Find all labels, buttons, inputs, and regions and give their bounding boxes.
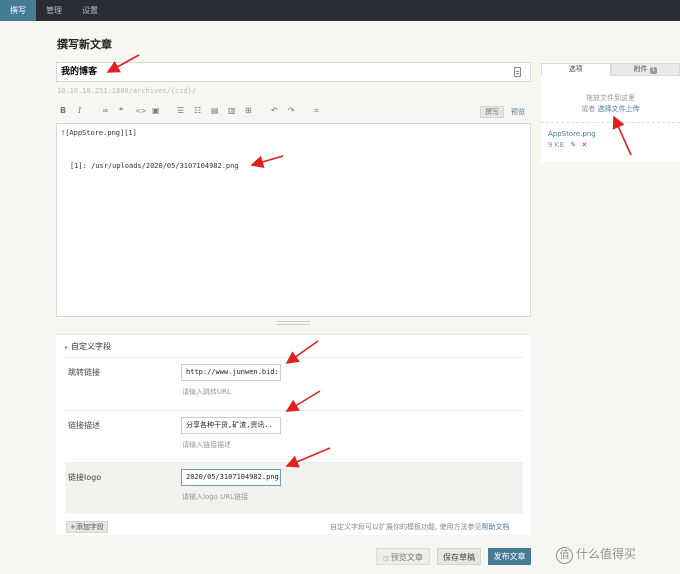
attachment-count-badge: 1 <box>649 67 657 74</box>
top-nav: 撰写 管理 设置 <box>0 0 680 21</box>
custom-fields-label: 自定义字段 <box>71 342 112 351</box>
page-title: 撰写新文章 <box>57 38 112 51</box>
tab-preview[interactable]: 预览 <box>511 107 525 117</box>
field-hint: 请输入链接描述 <box>182 441 231 449</box>
custom-fields-note: 自定义字段可以扩展你的模板功能, 使用方法参见帮助文档 <box>330 522 509 532</box>
field-value-input[interactable]: 2020/05/3107104982.png <box>181 469 281 486</box>
field-value-input[interactable]: 分享各种干货,矿渣,资讯.. <box>181 417 281 434</box>
preview-icon: ◫ <box>383 555 389 562</box>
code-icon[interactable]: <> <box>135 106 147 116</box>
hr-icon[interactable]: ▥ <box>228 106 236 116</box>
post-title-input[interactable]: 我的博客 <box>56 62 531 82</box>
drop-or-text: 或者 <box>581 105 596 113</box>
nav-write[interactable]: 撰写 <box>0 0 36 21</box>
edit-icon[interactable]: ✎ <box>570 141 576 149</box>
attachment-meta: 9 KB ✎ ✕ <box>548 141 587 149</box>
permalink-text[interactable]: 10.10.10.251:1800/archives/{cid}/ <box>57 87 196 95</box>
ordered-list-icon[interactable]: ☰ <box>177 106 184 116</box>
add-field-button[interactable]: +添加字段 <box>66 521 108 533</box>
tab-write[interactable]: 撰写 <box>480 106 504 118</box>
field-row: 链接logo 2020/05/3107104982.png 请输入logo UR… <box>65 462 523 514</box>
caret-right-icon: ▸ <box>65 344 69 351</box>
publish-button[interactable]: 发布文章 <box>488 548 531 565</box>
quote-icon[interactable]: ❝ <box>119 106 123 116</box>
italic-icon[interactable]: I <box>78 106 81 116</box>
attachments-panel: 拖放文件到这里 或者 选择文件上传 AppStore.png 9 KB ✎ ✕ <box>541 76 680 162</box>
more-icon[interactable]: ⊞ <box>245 106 252 116</box>
preview-post-label: 预览文章 <box>390 553 423 562</box>
field-name: 链接描述 <box>68 421 100 430</box>
custom-fields-toggle[interactable]: ▸ 自定义字段 <box>65 341 111 352</box>
link-icon[interactable]: ∞ <box>102 106 109 116</box>
markdown-editor[interactable]: ![AppStore.png][1] [1]: /usr/uploads/202… <box>56 123 531 317</box>
preview-post-button[interactable]: ◫ 预览文章 <box>376 548 430 565</box>
field-row: 跳转链接 http://www.junwen.bid: 请输入跳转URL <box>65 357 523 410</box>
document-icon[interactable] <box>514 67 521 77</box>
editor-toolbar: B I ∞ ❝ <> ▣ ☰ ☷ ▤ ▥ ⊞ ↶ ↷ ⌗ 撰写 预览 <box>56 103 531 120</box>
file-drop-zone[interactable]: 拖放文件到这里 或者 选择文件上传 <box>541 85 680 123</box>
watermark: 值什么值得买 <box>556 545 636 564</box>
sidebar-tabs: 选项 附件 1 <box>541 63 680 76</box>
drop-hint: 拖放文件到这里 <box>586 94 635 102</box>
heading-icon[interactable]: ▤ <box>211 106 219 116</box>
tab-attachments-label: 附件 <box>633 65 648 73</box>
editor-line: ![AppStore.png][1] <box>61 129 137 137</box>
delete-icon[interactable]: ✕ <box>581 141 587 149</box>
field-hint: 请输入跳转URL <box>182 388 231 396</box>
bold-icon[interactable]: B <box>60 106 66 116</box>
image-icon[interactable]: ▣ <box>152 106 160 116</box>
bullet-list-icon[interactable]: ☷ <box>194 106 201 116</box>
redo-icon[interactable]: ↷ <box>288 106 295 116</box>
editor-line: [1]: /usr/uploads/2020/05/3107104982.png <box>70 162 239 170</box>
watermark-text: 什么值得买 <box>576 547 637 561</box>
save-draft-button[interactable]: 保存草稿 <box>437 548 481 565</box>
nav-settings[interactable]: 设置 <box>72 0 108 21</box>
custom-fields-panel: ▸ 自定义字段 跳转链接 http://www.junwen.bid: 请输入跳转… <box>56 334 531 535</box>
post-title-text: 我的博客 <box>61 67 98 77</box>
help-doc-link[interactable]: 帮助文档 <box>481 523 509 531</box>
watermark-logo-icon: 值 <box>556 547 573 564</box>
field-name: 链接logo <box>68 473 102 482</box>
field-hint: 请输入logo URL链接 <box>182 493 249 501</box>
field-row: 链接描述 分享各种干货,矿渣,资讯.. 请输入链接描述 <box>65 410 523 462</box>
attachment-name-link[interactable]: AppStore.png <box>548 130 596 138</box>
field-value-input[interactable]: http://www.junwen.bid: <box>181 364 281 381</box>
drop-or-line: 或者 选择文件上传 <box>541 104 680 115</box>
fullscreen-icon[interactable]: ⌗ <box>314 106 319 116</box>
undo-icon[interactable]: ↶ <box>271 106 278 116</box>
select-file-link[interactable]: 选择文件上传 <box>598 105 640 113</box>
note-text: 自定义字段可以扩展你的模板功能, 使用方法参见 <box>330 523 482 531</box>
tab-options[interactable]: 选项 <box>541 63 611 76</box>
field-name: 跳转链接 <box>68 368 100 377</box>
nav-manage[interactable]: 管理 <box>36 0 72 21</box>
editor-resize-handle[interactable] <box>277 321 310 325</box>
attachment-size: 9 KB <box>548 141 565 149</box>
tab-attachments[interactable]: 附件 1 <box>610 63 680 76</box>
